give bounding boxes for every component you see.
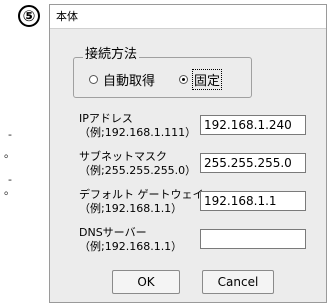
- dns-server-example: （例;192.168.1.1）: [79, 240, 183, 253]
- auto-acquire-label: 自動取得: [103, 74, 156, 89]
- cancel-button[interactable]: Cancel: [202, 270, 274, 294]
- ip-address-label: IPアドレス: [79, 112, 133, 125]
- default-gateway-label: デフォルト ゲートウェイ: [79, 188, 204, 201]
- connection-method-legend: 接続方法: [83, 43, 140, 62]
- auto-acquire-radio[interactable]: 自動取得: [89, 70, 155, 89]
- dns-server-label: DNSサーバー: [79, 226, 147, 239]
- left-margin-mark: 。: [4, 184, 15, 197]
- step-number-badge: ⑤: [18, 5, 40, 27]
- default-gateway-input[interactable]: [200, 191, 306, 211]
- ok-button[interactable]: OK: [112, 270, 180, 294]
- fixed-label: 固定: [191, 69, 223, 90]
- left-margin-mark: 。: [4, 147, 15, 160]
- default-gateway-example: （例;192.168.1.1）: [79, 202, 183, 215]
- subnet-mask-input[interactable]: [200, 153, 306, 173]
- ip-address-example: （例;192.168.1.111）: [79, 126, 197, 139]
- fixed-radio[interactable]: 固定: [179, 69, 223, 90]
- subnet-mask-label: サブネットマスク: [79, 150, 167, 163]
- ip-address-input[interactable]: [200, 115, 306, 135]
- dialog-title-bar: 本体: [50, 5, 326, 29]
- subnet-mask-example: （例;255.255.255.0）: [79, 164, 197, 177]
- network-settings-dialog: 本体 接続方法 自動取得 固定 IPアドレス （例;192.168.1.111）…: [49, 4, 327, 303]
- dialog-title: 本体: [56, 10, 78, 23]
- dns-server-input[interactable]: [200, 229, 306, 249]
- radio-unchecked-icon: [89, 75, 98, 84]
- left-margin-mark: -: [8, 128, 12, 141]
- radio-checked-icon: [179, 75, 188, 84]
